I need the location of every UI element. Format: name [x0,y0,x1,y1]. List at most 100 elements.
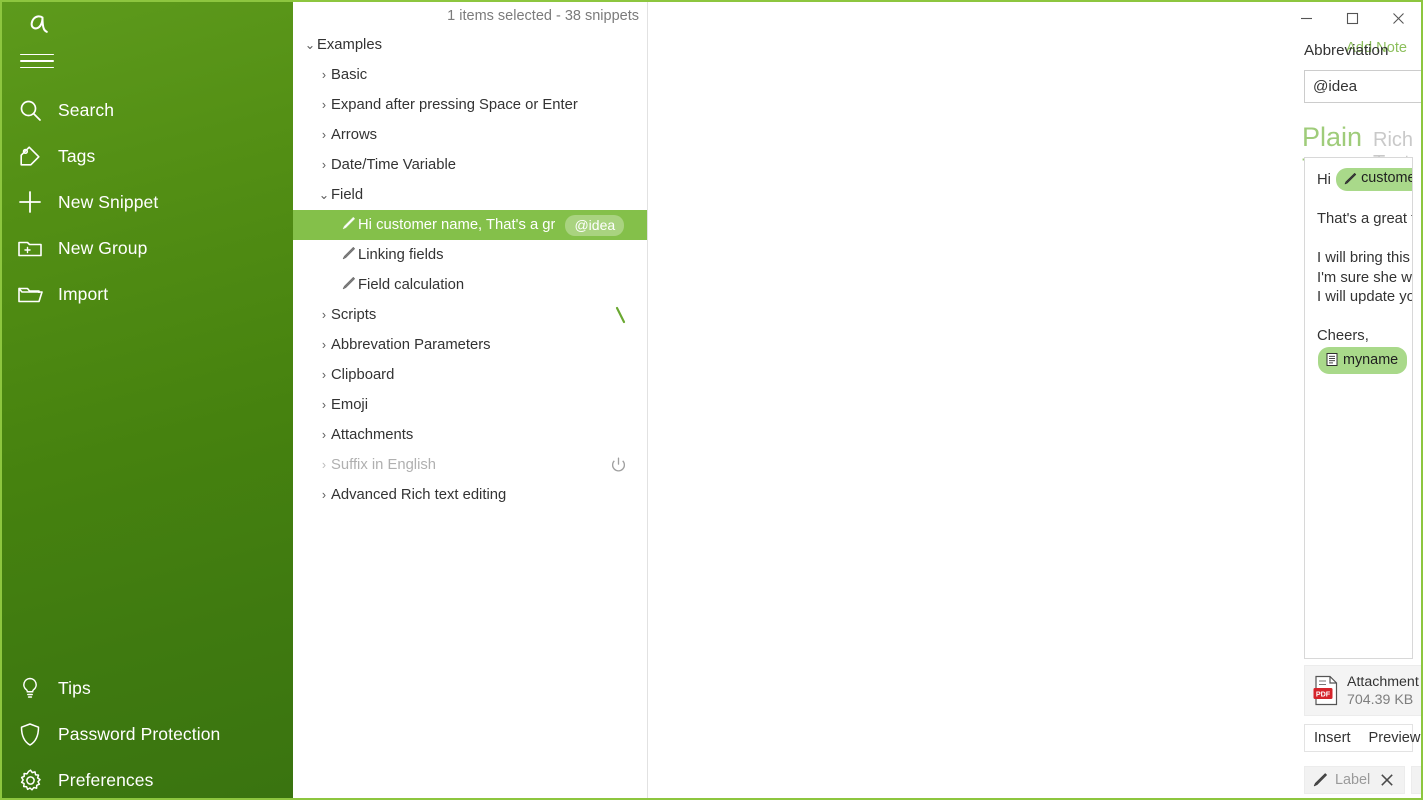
editor-line-2: That's a great feature idea! Thank you f… [1317,211,1412,227]
editor-blank-line [1317,308,1400,328]
svg-text:PDF: PDF [1315,689,1330,698]
tree-node-suffix-in-english[interactable]: › Suffix in English [293,450,647,480]
tree-node-linking-fields[interactable]: Linking fields [293,240,647,270]
power-icon[interactable] [610,457,627,474]
tree-node-emoji[interactable]: › Emoji [293,390,647,420]
tree-node-label: Field [331,187,364,203]
sidebar-item-label: Tips [58,677,91,698]
sidebar-item-import[interactable]: Import [2,271,293,317]
insert-button[interactable]: Insert [1314,730,1351,746]
attachment-size: 704.39 KB [1347,691,1414,708]
tree-node-label: Arrows [331,127,378,143]
pencil-icon [1305,772,1335,788]
tree-node-field[interactable]: ⌄ Field [293,180,647,210]
clear-label-button[interactable] [1370,773,1404,787]
label-placeholder: Label [1335,772,1371,788]
sidebar-item-label: New Snippet [58,191,159,212]
pencil-icon [1343,172,1357,186]
tree-node-scripts[interactable]: › Scripts [293,300,647,330]
tree-node-field-calculation[interactable]: Field calculation [293,270,647,300]
sidebar-item-tags[interactable]: Tags [2,133,293,179]
sidebar-item-label: Password Protection [58,723,221,744]
sidebar-item-label: Search [58,99,115,120]
sidebar-item-label: New Group [58,237,148,258]
tree-node-advanced-rich-text-editing[interactable]: › Advanced Rich text editing [293,480,647,510]
sidebar-item-new-group[interactable]: New Group [2,225,293,271]
tree-node-label: Attachments [331,427,414,443]
pencil-icon [341,216,356,235]
tag-icon [2,144,58,168]
chevron-right-icon[interactable]: › [317,129,331,142]
pdf-file-icon: PDF [1305,666,1347,715]
sidebar-item-password-protection[interactable]: Password Protection [2,711,293,757]
editor-line-5: I will update you on the progress within… [1317,289,1412,305]
sidebar-item-label: Tags [58,145,96,166]
tag-field[interactable]: example [1411,766,1421,794]
pencil-icon [341,276,356,295]
tree-node-basic[interactable]: › Basic [293,60,647,90]
app-window: Search Tags New Snippet New Group Import… [0,0,1423,800]
chevron-right-icon[interactable]: › [317,429,331,442]
sidebar-item-new-snippet[interactable]: New Snippet [2,179,293,225]
window-titlebar [648,2,1421,38]
chevron-right-icon[interactable]: › [317,69,331,82]
chevron-right-icon[interactable]: › [317,99,331,112]
snippet-detail-panel: Add Note Abbreviation ƒx Aa Plain Text R… [648,2,1421,798]
abbreviation-field[interactable]: ƒx Aa [1304,70,1421,103]
tree-node-snippet-idea[interactable]: Hi customer name, That's a gr @idea [293,210,647,240]
tree-status-text: 1 items selected - 38 snippets [447,8,639,24]
attachment-name: Attachment [1347,673,1419,690]
editor-line-3: I will bring this up with my product man… [1317,250,1412,266]
editor-blank-line [1317,230,1400,250]
hamburger-icon[interactable] [18,48,56,74]
tree-node-expand-after-space[interactable]: › Expand after pressing Space or Enter [293,90,647,120]
minimize-button[interactable] [1283,2,1329,34]
tree-node-attachments[interactable]: › Attachments [293,420,647,450]
tree-node-clipboard[interactable]: › Clipboard [293,360,647,390]
maximize-button[interactable] [1329,2,1375,34]
chevron-right-icon[interactable]: › [317,339,331,352]
abbreviation-input[interactable] [1305,78,1421,95]
snippet-meta-bar: Label example [1304,766,1421,794]
search-icon [2,99,58,122]
lightbulb-icon [2,676,58,700]
chevron-down-icon[interactable]: ⌄ [303,39,317,52]
chevron-right-icon[interactable]: › [317,459,331,472]
tree-node-label: Scripts [331,307,377,323]
tree-node-label: Examples [317,37,382,53]
editor-blank-line [1317,191,1400,211]
chevron-right-icon[interactable]: › [317,369,331,382]
chevron-right-icon[interactable]: › [317,309,331,322]
gear-icon [2,768,58,793]
field-token-myname[interactable]: myname [1318,346,1408,374]
preview-button[interactable]: Preview [1369,730,1421,746]
tree-node-abbrevation-parameters[interactable]: › Abbrevation Parameters [293,330,647,360]
sidebar-item-preferences[interactable]: Preferences [2,757,293,798]
tree-node-datetime-variable[interactable]: › Date/Time Variable [293,150,647,180]
tree-node-label: Advanced Rich text editing [331,487,507,503]
chevron-down-icon[interactable]: ⌄ [317,189,331,202]
editor-action-bar: Insert Preview Attachments [1304,724,1420,752]
snippet-abbreviation-badge: @idea [565,214,625,236]
app-logo-icon [18,8,58,42]
tree-node-arrows[interactable]: › Arrows [293,120,647,150]
snippet-content-editor[interactable]: Hi customer name, That's a great feature… [1304,157,1413,659]
snippet-tree-panel: 1 items selected - 38 snippets ⌄ Example… [293,2,648,798]
sidebar-item-search[interactable]: Search [2,87,293,133]
tree-node-label: Emoji [331,397,368,413]
close-button[interactable] [1375,2,1421,34]
tree-node-label: Expand after pressing Space or Enter [331,97,578,113]
chevron-right-icon[interactable]: › [317,399,331,412]
label-field[interactable]: Label [1304,766,1406,794]
tag-value: example [1412,772,1421,788]
field-token-customer-name[interactable]: customer name [1336,168,1412,191]
tree-node-label: Suffix in English [331,457,437,473]
sidebar-item-tips[interactable]: Tips [2,665,293,711]
chevron-right-icon[interactable]: › [317,489,331,502]
attachment-item[interactable]: PDF Attachment 704.39 KB [1304,665,1421,716]
tree-node-examples[interactable]: ⌄ Examples [293,30,647,60]
field-token-label: customer name [1361,170,1412,186]
chevron-right-icon[interactable]: › [317,159,331,172]
editor-line-4: I'm sure she will be as excited as I am … [1317,269,1412,286]
tree-node-label: Date/Time Variable [331,157,457,173]
